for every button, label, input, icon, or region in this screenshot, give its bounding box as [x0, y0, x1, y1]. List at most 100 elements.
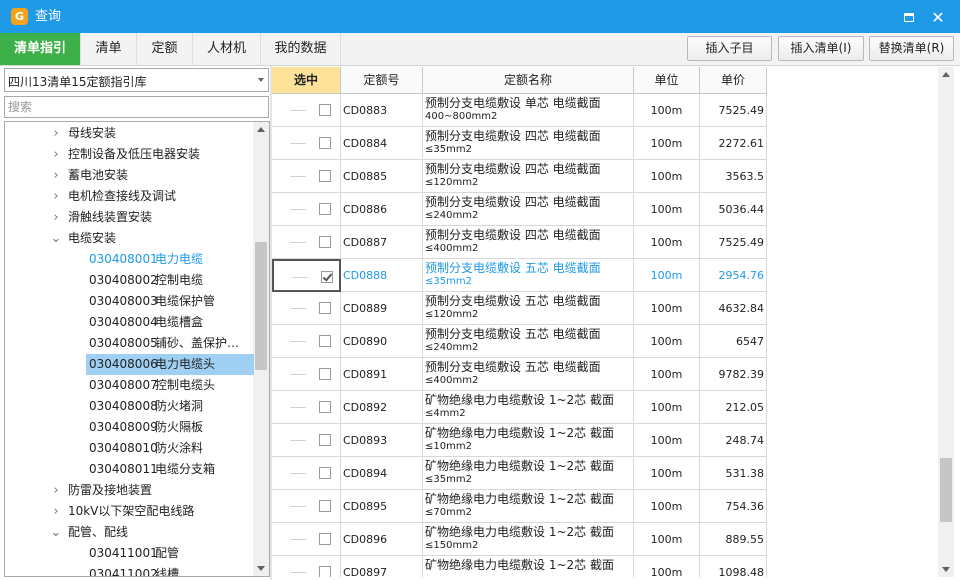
row-checkbox[interactable]	[319, 467, 331, 479]
row-checkbox[interactable]	[319, 434, 331, 446]
chevron-right-icon[interactable]: ›	[50, 123, 62, 144]
row-checkbox[interactable]	[319, 533, 331, 545]
table-row[interactable]: CD0889 预制分支电缆敷设 五芯 电缆截面 ≤120mm2 100m 4632.84	[272, 292, 767, 325]
tree-scroll-thumb[interactable]	[255, 242, 267, 370]
select-cell[interactable]	[272, 292, 341, 325]
table-row[interactable]: CD0890 预制分支电缆敷设 五芯 电缆截面 ≤240mm2 100m 6547	[272, 325, 767, 358]
row-checkbox[interactable]	[319, 302, 331, 314]
select-cell[interactable]	[272, 391, 341, 424]
tree-item[interactable]: 030408003 电缆保护管	[86, 291, 254, 312]
col-header-code[interactable]: 定额号	[341, 67, 423, 94]
col-header-unit[interactable]: 单位	[634, 67, 700, 94]
tree-item[interactable]: 030408001 电力电缆	[86, 249, 254, 270]
select-cell[interactable]	[272, 127, 341, 160]
tree-item[interactable]: 030408007 控制电缆头	[86, 375, 254, 396]
insert-child-button[interactable]: 插入子目	[687, 36, 772, 61]
row-checkbox[interactable]	[319, 104, 331, 116]
select-cell[interactable]	[272, 424, 341, 457]
scroll-up-arrow-icon[interactable]	[253, 122, 269, 138]
tree-item[interactable]: 030411002 线槽	[86, 564, 254, 576]
col-header-select[interactable]: 选中	[272, 67, 341, 94]
table-row[interactable]: CD0886 预制分支电缆敷设 四芯 电缆截面 ≤240mm2 100m 5036.44	[272, 193, 767, 226]
chevron-right-icon[interactable]: ›	[50, 207, 62, 228]
select-cell[interactable]	[272, 94, 341, 127]
table-row[interactable]: CD0895 矿物绝缘电力电缆敷设 1~2芯 截面 ≤70mm2 100m 754.36	[272, 490, 767, 523]
table-row[interactable]: CD0887 预制分支电缆敷设 四芯 电缆截面 ≤400mm2 100m 7525.49	[272, 226, 767, 259]
table-row[interactable]: CD0897 矿物绝缘电力电缆敷设 1~2芯 截面 100m 1098.48	[272, 556, 767, 577]
tree-item[interactable]: 030408006 电力电缆头	[86, 354, 254, 375]
row-checkbox[interactable]	[321, 271, 333, 283]
replace-list-button[interactable]: 替换清单(R)	[869, 36, 954, 61]
tree-item[interactable]: 030408009 防火隔板	[86, 417, 254, 438]
close-button[interactable]: ✕	[927, 6, 949, 28]
row-checkbox[interactable]	[319, 401, 331, 413]
row-checkbox[interactable]	[319, 203, 331, 215]
tree-scrollbar[interactable]	[253, 122, 269, 576]
tab-quota[interactable]: 定额	[137, 33, 193, 65]
tree-item[interactable]: 030408004 电缆槽盒	[86, 312, 254, 333]
select-cell[interactable]	[272, 490, 341, 523]
select-cell[interactable]	[272, 160, 341, 193]
tree-item[interactable]: 030411001 配管	[86, 543, 254, 564]
tree-item[interactable]: 030408002 控制电缆	[86, 270, 254, 291]
select-cell[interactable]	[272, 226, 341, 259]
select-cell[interactable]	[272, 457, 341, 490]
row-checkbox[interactable]	[319, 236, 331, 248]
tree-item[interactable]: 030408005 铺砂、盖保护…	[86, 333, 254, 354]
col-header-price[interactable]: 单价	[700, 67, 767, 94]
table-row[interactable]: CD0884 预制分支电缆敷设 四芯 电缆截面 ≤35mm2 100m 2272.61	[272, 127, 767, 160]
row-checkbox[interactable]	[319, 170, 331, 182]
row-checkbox[interactable]	[319, 500, 331, 512]
maximize-button[interactable]	[898, 6, 920, 28]
tree-item[interactable]: ⌄ 电缆安装	[50, 228, 250, 249]
chevron-right-icon[interactable]: ›	[50, 165, 62, 186]
tree-item[interactable]: › 滑触线装置安装	[50, 207, 250, 228]
tree-item[interactable]: › 母线安装	[50, 123, 250, 144]
select-cell[interactable]	[272, 325, 341, 358]
tree-item[interactable]: › 控制设备及低压电器安装	[50, 144, 250, 165]
grid-scroll-thumb[interactable]	[940, 458, 952, 522]
row-checkbox[interactable]	[319, 368, 331, 380]
table-row[interactable]: CD0885 预制分支电缆敷设 四芯 电缆截面 ≤120mm2 100m 3563.5	[272, 160, 767, 193]
tab-list[interactable]: 清单	[81, 33, 137, 65]
search-input[interactable]	[5, 97, 268, 117]
select-cell[interactable]	[272, 556, 341, 577]
table-row[interactable]: CD0892 矿物绝缘电力电缆敷设 1~2芯 截面 ≤4mm2 100m 212.05	[272, 391, 767, 424]
table-row[interactable]: CD0893 矿物绝缘电力电缆敷设 1~2芯 截面 ≤10mm2 100m 248.74	[272, 424, 767, 457]
chevron-right-icon[interactable]: ›	[50, 144, 62, 165]
select-cell[interactable]	[272, 523, 341, 556]
chevron-right-icon[interactable]: ›	[50, 501, 62, 522]
tree-item[interactable]: ⌄ 配管、配线	[50, 522, 250, 543]
tree-item[interactable]: › 电机检查接线及调试	[50, 186, 250, 207]
tab-my-data[interactable]: 我的数据	[261, 33, 341, 65]
table-row[interactable]: CD0891 预制分支电缆敷设 五芯 电缆截面 ≤400mm2 100m 9782.39	[272, 358, 767, 391]
chevron-down-icon[interactable]: ⌄	[50, 228, 62, 249]
table-row[interactable]: CD0888 预制分支电缆敷设 五芯 电缆截面 ≤35mm2 100m 2954.76	[272, 259, 767, 292]
scroll-up-arrow-icon[interactable]	[938, 67, 954, 83]
tree-item[interactable]: › 10kV以下架空配电线路	[50, 501, 250, 522]
tree-item[interactable]: 030408010 防火涂料	[86, 438, 254, 459]
tree-item[interactable]: 030408011 电缆分支箱	[86, 459, 254, 480]
select-cell[interactable]	[272, 358, 341, 391]
library-select[interactable]: 四川13清单15定额指引库	[4, 68, 269, 92]
table-row[interactable]: CD0883 预制分支电缆敷设 单芯 电缆截面 400~800mm2 100m 7525…	[272, 94, 767, 127]
grid-scrollbar[interactable]	[938, 67, 954, 577]
table-row[interactable]: CD0894 矿物绝缘电力电缆敷设 1~2芯 截面 ≤35mm2 100m 531.38	[272, 457, 767, 490]
scroll-down-arrow-icon[interactable]	[253, 560, 269, 576]
row-checkbox[interactable]	[319, 335, 331, 347]
tab-materials[interactable]: 人材机	[193, 33, 261, 65]
chevron-right-icon[interactable]: ›	[50, 186, 62, 207]
tree-item[interactable]: › 蓄电池安装	[50, 165, 250, 186]
scroll-down-arrow-icon[interactable]	[938, 561, 954, 577]
row-checkbox[interactable]	[319, 137, 331, 149]
col-header-name[interactable]: 定额名称	[423, 67, 634, 94]
table-row[interactable]: CD0896 矿物绝缘电力电缆敷设 1~2芯 截面 ≤150mm2 100m 889.5…	[272, 523, 767, 556]
select-cell[interactable]	[272, 193, 341, 226]
insert-list-button[interactable]: 插入清单(I)	[778, 36, 864, 61]
select-cell[interactable]	[272, 259, 341, 292]
tree-item[interactable]: › 防雷及接地装置	[50, 480, 250, 501]
tree-item[interactable]: 030408008 防火堵洞	[86, 396, 254, 417]
row-checkbox[interactable]	[319, 566, 331, 577]
tab-list-guide[interactable]: 清单指引	[0, 33, 81, 65]
chevron-down-icon[interactable]: ⌄	[50, 522, 62, 543]
